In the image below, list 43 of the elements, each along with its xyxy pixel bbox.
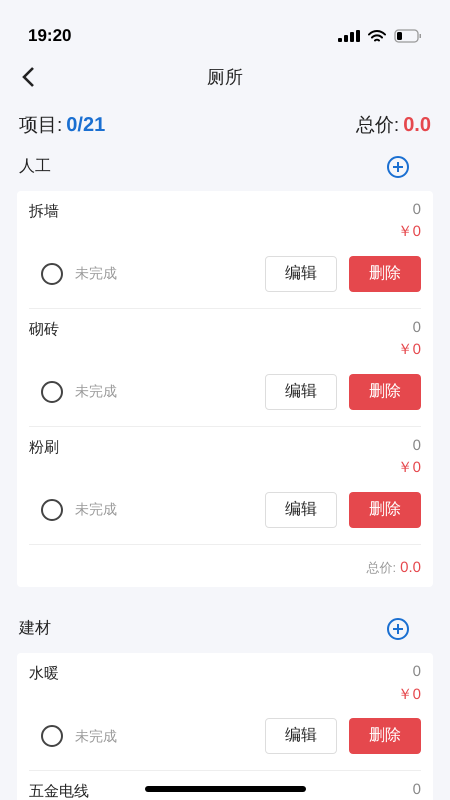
add-button[interactable] bbox=[386, 617, 410, 641]
item-quantity: 0 bbox=[412, 662, 421, 682]
item-price: ￥0 bbox=[398, 458, 421, 478]
item-quantity: 0 bbox=[412, 318, 421, 338]
section-total-label: 总价: bbox=[366, 558, 396, 576]
total-label: 总价: bbox=[356, 114, 400, 138]
section-total-value: 0.0 bbox=[400, 558, 421, 578]
status-time: 19:20 bbox=[28, 25, 72, 48]
status-radio[interactable] bbox=[41, 725, 63, 747]
page-title: 厕所 bbox=[207, 66, 243, 89]
item-name: 水暖 bbox=[29, 664, 59, 684]
delete-button[interactable]: 删除 bbox=[349, 492, 421, 528]
status-label: 未完成 bbox=[75, 264, 117, 283]
item-quantity: 0 bbox=[412, 780, 421, 800]
status-label: 未完成 bbox=[75, 500, 117, 519]
delete-button[interactable]: 删除 bbox=[349, 718, 421, 754]
status-label: 未完成 bbox=[75, 382, 117, 401]
items-count: 0/21 bbox=[66, 113, 106, 138]
back-icon bbox=[21, 66, 35, 88]
item-name: 砌砖 bbox=[29, 320, 59, 340]
status-radio[interactable] bbox=[41, 498, 63, 520]
edit-button[interactable]: 编辑 bbox=[265, 256, 337, 292]
item-quantity: 0 bbox=[412, 436, 421, 456]
status-label: 未完成 bbox=[75, 726, 117, 746]
section-title: 人工 bbox=[19, 156, 51, 176]
item-quantity: 0 bbox=[412, 200, 421, 220]
item-name: 五金电线 bbox=[29, 782, 89, 800]
item-name: 拆墙 bbox=[29, 202, 59, 222]
edit-button[interactable]: 编辑 bbox=[265, 492, 337, 528]
edit-button[interactable]: 编辑 bbox=[265, 718, 337, 754]
total-value: 0.0 bbox=[403, 113, 431, 138]
status-radio[interactable] bbox=[41, 262, 63, 284]
section-title: 建材 bbox=[19, 618, 51, 639]
delete-button[interactable]: 删除 bbox=[349, 374, 421, 410]
item-price: ￥0 bbox=[398, 684, 421, 704]
items-label: 项目: bbox=[19, 114, 62, 138]
item-price: ￥0 bbox=[398, 340, 421, 360]
delete-button[interactable]: 删除 bbox=[349, 256, 421, 292]
edit-button[interactable]: 编辑 bbox=[265, 374, 337, 410]
item-price: ￥0 bbox=[398, 222, 421, 242]
add-button[interactable] bbox=[386, 154, 410, 178]
status-radio[interactable] bbox=[41, 380, 63, 402]
item-name: 粉刷 bbox=[29, 438, 59, 458]
